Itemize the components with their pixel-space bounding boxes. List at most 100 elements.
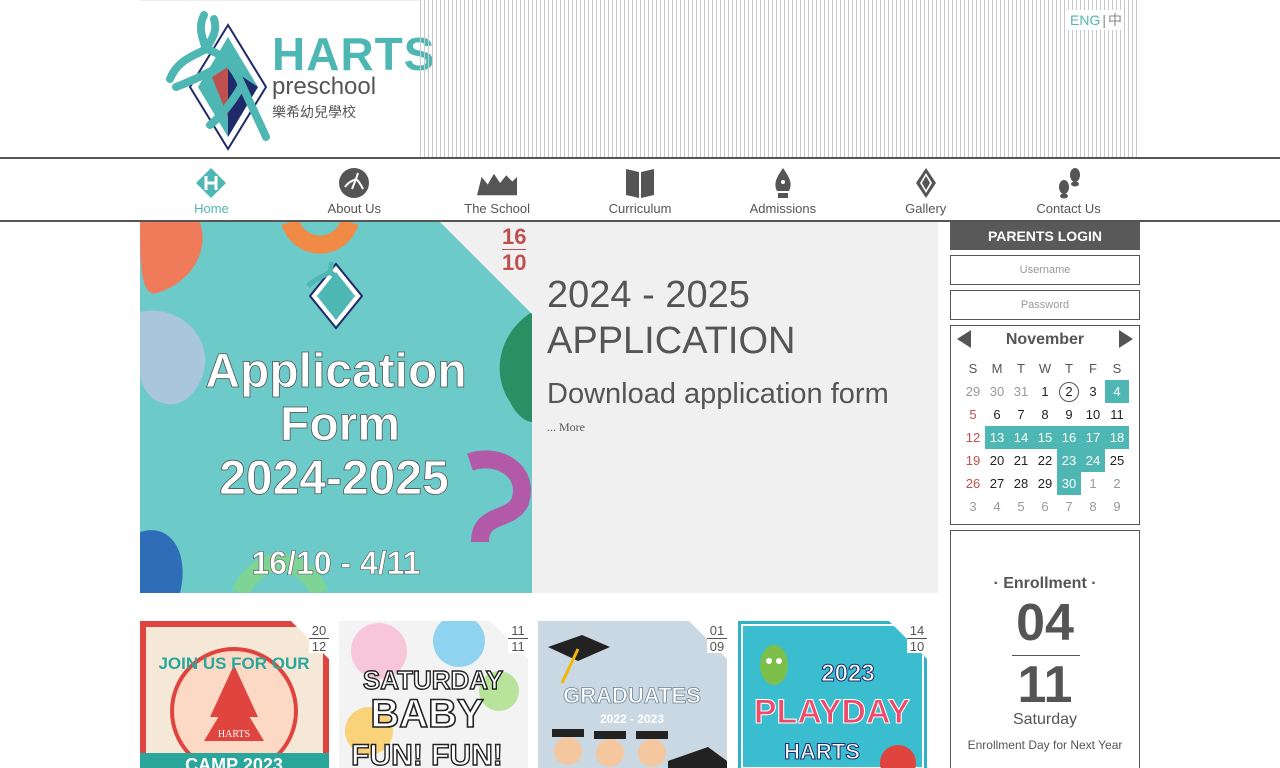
- calendar-day[interactable]: 6: [985, 403, 1009, 426]
- calendar-day[interactable]: 7: [1009, 403, 1033, 426]
- calendar-day[interactable]: 10: [1081, 403, 1105, 426]
- nav-contact-us[interactable]: Contact Us: [997, 159, 1140, 220]
- calendar-day[interactable]: 6: [1033, 495, 1057, 518]
- news-3-date: 01 09: [707, 624, 727, 653]
- calendar-day[interactable]: 1: [1081, 472, 1105, 495]
- lang-chinese-link[interactable]: 中: [1108, 12, 1122, 28]
- calendar-day[interactable]: 19: [961, 449, 985, 472]
- calendar-day[interactable]: 3: [1081, 380, 1105, 403]
- book-icon: [620, 167, 660, 199]
- calendar-weekday: T: [1017, 361, 1025, 376]
- nav-home[interactable]: Home: [140, 159, 283, 220]
- calendar-day[interactable]: 3: [961, 495, 985, 518]
- enrollment-box: · Enrollment · 04 11 Saturday Enrollment…: [950, 530, 1140, 768]
- news-thumb-playday[interactable]: 2023 PLAYDAY HARTS 14 10: [738, 621, 927, 768]
- calendar-day[interactable]: 8: [1033, 403, 1057, 426]
- calendar-day[interactable]: 9: [1105, 495, 1129, 518]
- nav-about-us[interactable]: About Us: [283, 159, 426, 220]
- calendar-day-event[interactable]: 30: [1057, 472, 1081, 495]
- calendar-day[interactable]: 27: [985, 472, 1009, 495]
- calendar-weekday: F: [1089, 361, 1097, 376]
- username-input[interactable]: [950, 255, 1140, 285]
- calendar-day[interactable]: 9: [1057, 403, 1081, 426]
- poster-line1: Application: [205, 345, 466, 398]
- page: HARTS preschool 樂希幼兒學校 ENG | 中 Home About …: [0, 0, 1280, 768]
- calendar-day[interactable]: 11: [1105, 403, 1129, 426]
- password-input[interactable]: [950, 290, 1140, 320]
- calendar-day[interactable]: 26: [961, 472, 985, 495]
- news-4-day: 14: [907, 624, 927, 639]
- poster-line3: 2024-2025: [219, 452, 449, 505]
- calendar-day[interactable]: 28: [1009, 472, 1033, 495]
- calendar-day[interactable]: 29: [1033, 472, 1057, 495]
- calendar-grid: S M T W T F S 29 30 31 1 2 3 4 5 6 7 8 9 10 11 12 13 14 15 16 17 18…: [961, 357, 1129, 518]
- calendar-day-event[interactable]: 13: [985, 426, 1009, 449]
- news-4-date: 14 10: [907, 624, 927, 653]
- mountains-icon: [477, 167, 518, 199]
- main-nav: Home About Us The School Curriculum Admi…: [140, 159, 1140, 220]
- calendar-day[interactable]: 20: [985, 449, 1009, 472]
- featured-subtitle[interactable]: Download application form: [547, 378, 889, 411]
- nav-admissions[interactable]: Admissions: [711, 159, 854, 220]
- calendar-day[interactable]: 4: [985, 495, 1009, 518]
- news-2-date: 11 11: [508, 624, 528, 653]
- news-2-top: SATURDAY: [363, 665, 503, 695]
- news-2-bottom: FUN! FUN!: [351, 739, 503, 768]
- poster-line2: Form: [280, 398, 400, 451]
- enrollment-month: 11: [1017, 656, 1073, 714]
- news-3-day: 01: [707, 624, 727, 639]
- footprints-icon: [1049, 167, 1089, 199]
- logo[interactable]: HARTS preschool 樂希幼兒學校: [140, 0, 434, 157]
- news-thumb-camp[interactable]: JOIN US FOR OUR HARTS CAMP 2023 20 12: [140, 621, 329, 768]
- news-thumb-graduates[interactable]: GRADUATES 2022 - 2023 01 09: [538, 621, 727, 768]
- nav-curriculum-label: Curriculum: [608, 201, 672, 216]
- calendar-day-event[interactable]: 14: [1009, 426, 1033, 449]
- calendar-day-event[interactable]: 17: [1081, 426, 1105, 449]
- calendar-day-event[interactable]: 15: [1033, 426, 1057, 449]
- featured-date: 16 10: [502, 226, 527, 274]
- calendar-day[interactable]: 12: [961, 426, 985, 449]
- news-thumb-saturday-baby[interactable]: SATURDAY BABY FUN! FUN! 11 11: [339, 621, 528, 768]
- calendar-day-event[interactable]: 4: [1105, 380, 1129, 403]
- calendar-day[interactable]: 21: [1009, 449, 1033, 472]
- event-calendar: November S M T W T F S 29 30 31 1 2 3 4 5 6 7 8 9 10 11 12 13 1…: [950, 325, 1140, 525]
- calendar-day-today[interactable]: 2: [1057, 380, 1081, 403]
- nav-the-school-label: The School: [464, 201, 531, 216]
- calendar-day[interactable]: 5: [961, 403, 985, 426]
- nav-curriculum[interactable]: Curriculum: [569, 159, 712, 220]
- calendar-day[interactable]: 5: [1009, 495, 1033, 518]
- calendar-month: November: [1005, 331, 1085, 348]
- calendar-day-event[interactable]: 16: [1057, 426, 1081, 449]
- header-stripes: [420, 0, 1140, 157]
- news-2-mid: BABY: [370, 692, 484, 736]
- calendar-day[interactable]: 31: [1009, 380, 1033, 403]
- brand-chinese-name: 樂希幼兒學校: [272, 105, 356, 121]
- lang-english-link[interactable]: ENG: [1070, 12, 1100, 28]
- news-4-month: 10: [909, 639, 925, 654]
- nav-home-label: Home: [194, 201, 229, 216]
- calendar-day[interactable]: 7: [1057, 495, 1081, 518]
- calendar-header: November: [951, 326, 1139, 356]
- calendar-day[interactable]: 1: [1033, 380, 1057, 403]
- calendar-day-event[interactable]: 24: [1081, 449, 1105, 472]
- calendar-day[interactable]: 22: [1033, 449, 1057, 472]
- featured-news: Application Form 2024-2025 16/10 - 4/11 …: [140, 222, 938, 593]
- nav-the-school[interactable]: The School: [426, 159, 569, 220]
- calendar-day[interactable]: 25: [1105, 449, 1129, 472]
- parents-login-title: PARENTS LOGIN: [950, 222, 1140, 250]
- nav-about-us-label: About Us: [327, 201, 382, 216]
- deer-globe-icon: [334, 167, 374, 199]
- calendar-day[interactable]: 8: [1081, 495, 1105, 518]
- calendar-day[interactable]: 29: [961, 380, 985, 403]
- featured-title[interactable]: 2024 - 2025 APPLICATION: [547, 272, 927, 364]
- calendar-day-event[interactable]: 23: [1057, 449, 1081, 472]
- nav-gallery[interactable]: Gallery: [854, 159, 997, 220]
- calendar-next-arrow-icon[interactable]: [1119, 330, 1133, 348]
- nav-gallery-label: Gallery: [905, 201, 947, 216]
- calendar-day-event[interactable]: 18: [1105, 426, 1129, 449]
- calendar-day[interactable]: 30: [985, 380, 1009, 403]
- calendar-day[interactable]: 2: [1105, 472, 1129, 495]
- featured-more-link[interactable]: ... More: [547, 420, 585, 435]
- calendar-weekday: S: [1112, 361, 1122, 376]
- featured-poster-image[interactable]: Application Form 2024-2025 16/10 - 4/11: [140, 222, 532, 593]
